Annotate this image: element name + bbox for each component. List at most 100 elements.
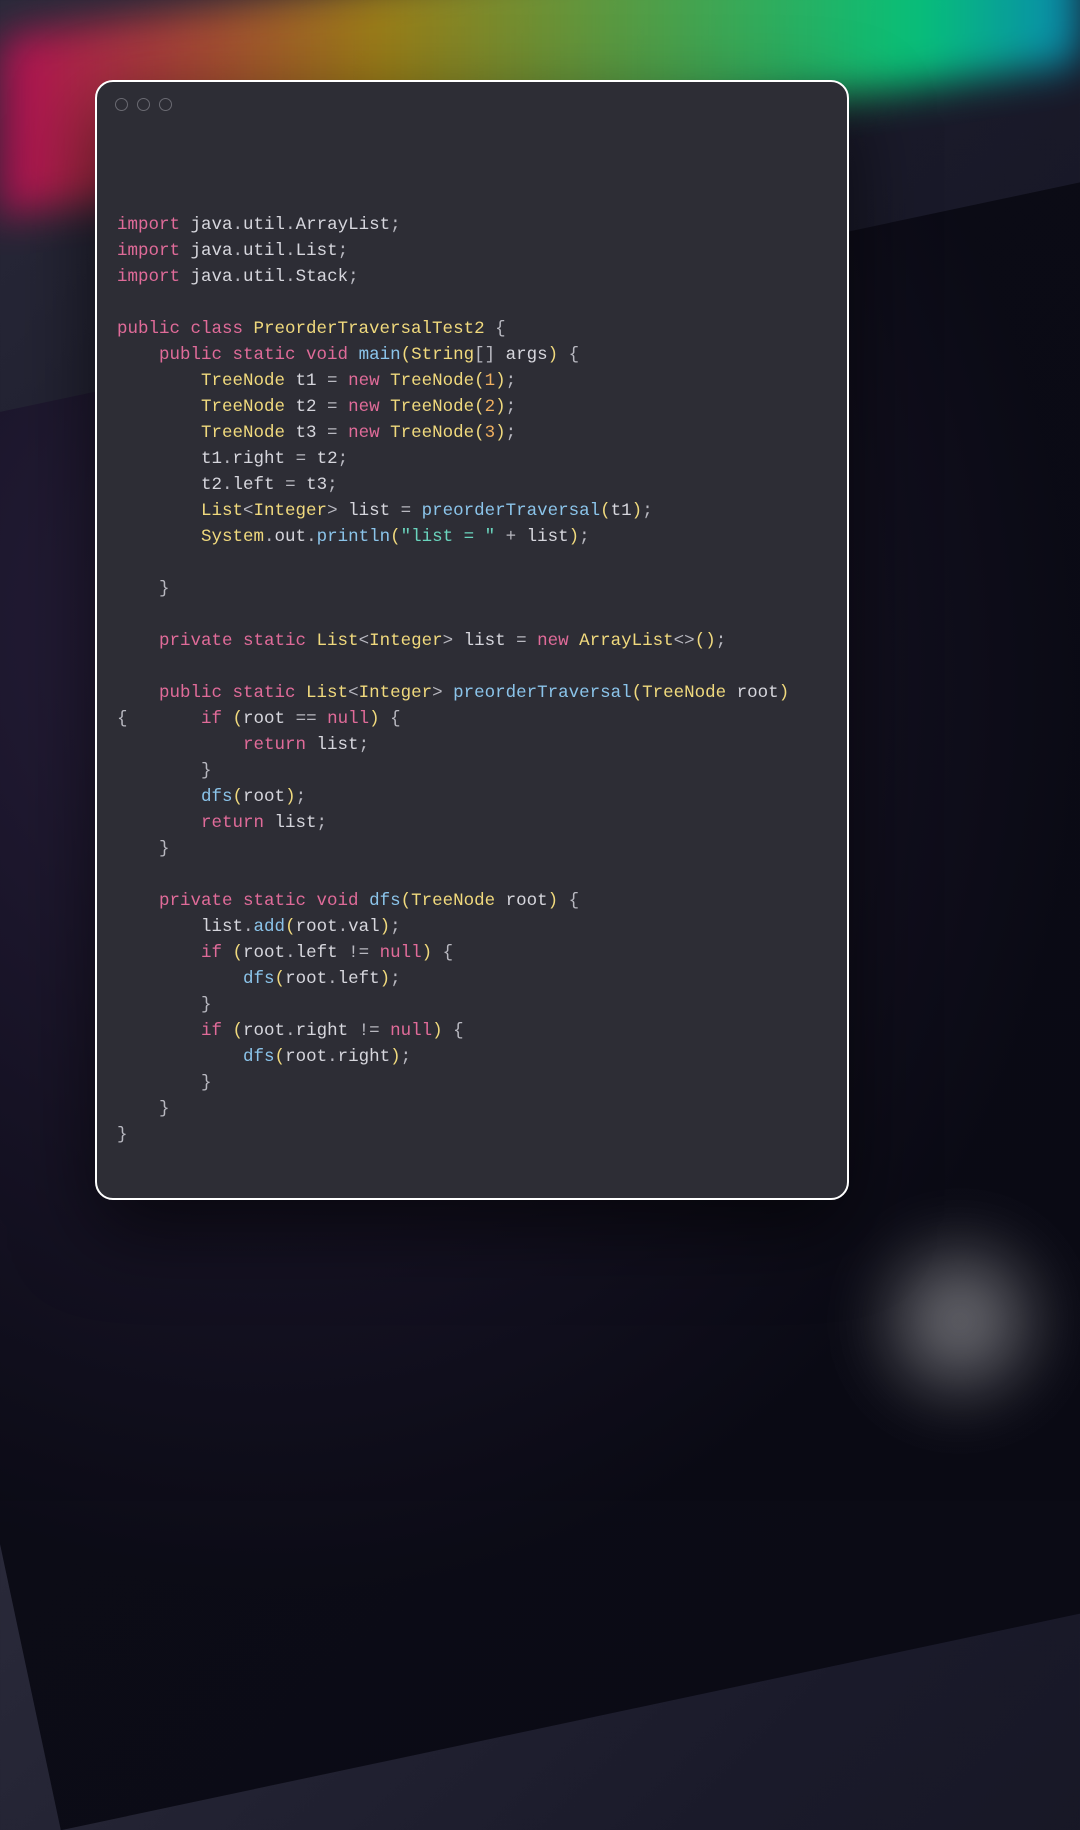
code-token: . xyxy=(338,917,349,937)
code-token: . xyxy=(285,241,296,261)
code-line: dfs(root); xyxy=(117,784,827,810)
code-token: } xyxy=(117,839,170,859)
code-token: new xyxy=(348,397,390,417)
code-token: null xyxy=(327,709,369,729)
code-token: dfs xyxy=(243,969,275,989)
code-token: "list = " xyxy=(401,527,496,547)
code-token xyxy=(117,943,201,963)
code-token: root xyxy=(285,969,327,989)
code-token: void xyxy=(306,345,359,365)
code-token: java xyxy=(191,267,233,287)
code-token: List xyxy=(296,241,338,261)
code-editor[interactable]: import java.util.ArrayList; import java.u… xyxy=(97,122,847,1168)
code-token: public xyxy=(159,345,233,365)
code-token: list xyxy=(464,631,517,651)
code-token: new xyxy=(348,371,390,391)
code-token: ( xyxy=(233,1021,244,1041)
code-token: TreeNode xyxy=(390,371,474,391)
code-token: right xyxy=(233,449,296,469)
code-line: } xyxy=(117,758,827,784)
code-token: != xyxy=(348,943,380,963)
code-token: static xyxy=(233,345,307,365)
code-token: = xyxy=(296,449,317,469)
code-token: ) xyxy=(548,891,559,911)
code-token: t3 xyxy=(285,423,327,443)
code-token: Integer xyxy=(369,631,443,651)
code-line: System.out.println("list = " + list); xyxy=(117,524,827,550)
code-token: } xyxy=(117,579,170,599)
code-line xyxy=(117,290,827,316)
code-token: > xyxy=(327,501,348,521)
code-line: public static void main(String[] args) { xyxy=(117,342,827,368)
code-token: ( xyxy=(275,1047,286,1067)
minimize-icon[interactable] xyxy=(137,98,150,111)
code-token: left xyxy=(233,475,286,495)
code-line: import java.util.ArrayList; xyxy=(117,212,827,238)
code-token: ) xyxy=(422,943,433,963)
code-token: > xyxy=(443,631,464,651)
code-token: + xyxy=(495,527,527,547)
code-token: ( xyxy=(233,709,244,729)
code-token: null xyxy=(380,943,422,963)
code-line: public static List<Integer> preorderTrav… xyxy=(117,680,827,706)
code-token: List xyxy=(317,631,359,651)
code-token: } xyxy=(117,1125,128,1145)
code-token: TreeNode xyxy=(390,397,474,417)
code-token: . xyxy=(233,215,244,235)
code-token: ; xyxy=(317,813,328,833)
code-token: return xyxy=(243,735,317,755)
code-token: . xyxy=(285,267,296,287)
code-token: { xyxy=(558,345,579,365)
code-token: ) xyxy=(548,345,559,365)
code-line: private static List<Integer> list = new … xyxy=(117,628,827,654)
code-token: if xyxy=(201,1021,233,1041)
code-token: void xyxy=(317,891,370,911)
code-token: static xyxy=(243,891,317,911)
code-token: } xyxy=(117,1073,212,1093)
code-token: new xyxy=(348,423,390,443)
code-line xyxy=(117,654,827,680)
code-token: ) xyxy=(495,371,506,391)
code-token: list xyxy=(527,527,569,547)
code-token: TreeNode xyxy=(642,683,726,703)
code-line: import java.util.Stack; xyxy=(117,264,827,290)
code-token: { xyxy=(558,891,579,911)
code-token: = xyxy=(327,423,348,443)
code-token: add xyxy=(254,917,286,937)
code-token: dfs xyxy=(369,891,401,911)
code-token: ) xyxy=(569,527,580,547)
close-icon[interactable] xyxy=(115,98,128,111)
code-line: } xyxy=(117,1122,827,1148)
code-token: return xyxy=(201,813,275,833)
code-token: list xyxy=(317,735,359,755)
code-token: } xyxy=(117,1099,170,1119)
zoom-icon[interactable] xyxy=(159,98,172,111)
code-token: { xyxy=(117,709,201,729)
code-token: public xyxy=(117,319,191,339)
code-token: ; xyxy=(296,787,307,807)
code-token: ( xyxy=(401,891,412,911)
code-token: ( xyxy=(474,423,485,443)
code-token: import xyxy=(117,267,191,287)
code-token xyxy=(117,631,159,651)
code-token: TreeNode xyxy=(411,891,495,911)
code-token: root xyxy=(243,1021,285,1041)
code-token: . xyxy=(233,241,244,261)
code-token: { xyxy=(380,709,401,729)
code-token: Stack xyxy=(296,267,349,287)
code-token: ) xyxy=(369,709,380,729)
code-token: TreeNode xyxy=(201,423,285,443)
code-token: if xyxy=(201,943,233,963)
code-line: } xyxy=(117,1096,827,1122)
code-token: if xyxy=(201,709,233,729)
code-token: . xyxy=(285,1021,296,1041)
code-token: ArrayList xyxy=(579,631,674,651)
code-token: right xyxy=(338,1047,391,1067)
code-token xyxy=(117,787,201,807)
code-line: } xyxy=(117,1070,827,1096)
code-token: < xyxy=(243,501,254,521)
code-token: ) xyxy=(495,397,506,417)
code-token: <> xyxy=(674,631,695,651)
code-token: t2 xyxy=(317,449,338,469)
code-token: List xyxy=(201,501,243,521)
